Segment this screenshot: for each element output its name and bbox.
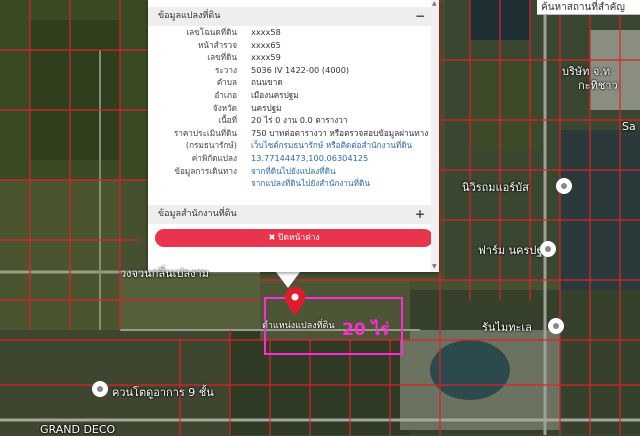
info-row-label: อำเภอ	[214, 89, 237, 100]
info-row: เลขที่ดิน xxxx59	[148, 51, 431, 64]
section-land-office-title: ข้อมูลสำนักงานที่ดิน	[158, 209, 237, 219]
place-marker-icon[interactable]	[548, 318, 564, 334]
info-row-link[interactable]: จากแปลงที่ดินไปยังสำนักงานที่ดิน	[251, 177, 370, 190]
info-row: ราคาประเมินที่ดิน 750 บาทต่อตารางวา หรือต…	[148, 127, 431, 140]
info-row-value: 750 บาทต่อตารางวา หรือตรวจสอบข้อมูลผ่านท…	[251, 127, 429, 138]
info-row: ข้อมูลการเดินทาง จากที่ดินไปยังแปลงที่ดิน	[148, 165, 431, 178]
place-label[interactable]: ฟาร์ม นครปฐม	[478, 241, 550, 259]
expand-icon[interactable]: +	[415, 205, 425, 224]
place-marker-icon[interactable]	[92, 381, 108, 397]
info-row: จังหวัด นครปฐม	[148, 102, 431, 115]
place-marker-icon[interactable]	[540, 241, 556, 257]
info-row-value: เมืองนครปฐม	[251, 89, 299, 100]
info-row-value: ถนนขาด	[251, 77, 283, 88]
place-label[interactable]: นิวิรถมแอร์บัส	[462, 178, 529, 196]
collapse-icon[interactable]: −	[415, 7, 425, 26]
info-row: เนื้อที่ 20 ไร่ 0 งาน 0.0 ตารางวา	[148, 114, 431, 127]
info-row-label: (กรมธนารักษ์)	[185, 140, 237, 151]
info-row: อำเภอ เมืองนครปฐม	[148, 89, 431, 102]
info-row-value: xxxx58	[251, 27, 281, 37]
info-row: (กรมธนารักษ์) เว็บไซต์กรมธนารักษ์ หรือติด…	[148, 139, 431, 152]
info-row-label: ค่าพิกัดแปลง	[191, 152, 237, 163]
info-row-label: เนื้อที่	[218, 115, 237, 126]
section-parcel-info-title: ข้อมูลแปลงที่ดิน	[158, 11, 221, 21]
location-pin-icon[interactable]	[285, 287, 305, 315]
info-row: ตำบล ถนนขาด	[148, 76, 431, 89]
place-label[interactable]: GRAND DECO	[40, 423, 115, 436]
info-row-label: ราคาประเมินที่ดิน	[173, 127, 237, 138]
close-window-button[interactable]: ✖ ปิดหน้าต่าง	[155, 229, 433, 247]
info-row: เลขโฉนดที่ดิน xxxx58	[148, 26, 431, 39]
section-parcel-info-header[interactable]: ข้อมูลแปลงที่ดิน −	[148, 7, 431, 26]
place-search-input[interactable]: ค้นหาสถานที่สำคัญ	[537, 0, 640, 15]
popup-scrollbar[interactable]: ▲ ▼	[431, 0, 439, 272]
scroll-up-icon[interactable]: ▲	[432, 1, 437, 7]
place-label[interactable]: วงจวนกลิ่นเปลงาม	[120, 264, 209, 282]
parcel-area-label: 20 ไร่	[342, 320, 390, 340]
scroll-down-icon[interactable]: ▼	[432, 264, 437, 270]
place-label[interactable]: กะทิชาว	[578, 76, 618, 94]
place-label[interactable]: Sa	[622, 120, 636, 133]
info-row: ระวาง 5036 IV 1422-00 (4000)	[148, 64, 431, 77]
info-row-label: ระวาง	[215, 64, 237, 75]
info-row-label: เลขที่ดิน	[207, 52, 237, 63]
info-row-label: เลขโฉนดที่ดิน	[186, 27, 237, 37]
info-row-label: ข้อมูลการเดินทาง	[174, 165, 237, 176]
info-row: จากแปลงที่ดินไปยังสำนักงานที่ดิน	[148, 177, 431, 190]
info-row-label: ตำบล	[216, 77, 237, 88]
place-label[interactable]: รันไมทะเล	[482, 318, 532, 336]
info-row-label: หน้าสำรวจ	[198, 39, 237, 50]
place-marker-icon[interactable]	[556, 178, 572, 194]
info-row-value: 5036 IV 1422-00 (4000)	[251, 64, 350, 75]
info-row-value: 20 ไร่ 0 งาน 0.0 ตารางวา	[251, 115, 348, 126]
info-row-value: xxxx65	[251, 39, 281, 50]
info-row-link[interactable]: 13.77144473,100.06304125	[251, 152, 368, 165]
place-label[interactable]: ควนโตดูอาการ 9 ชั้น	[112, 383, 214, 401]
info-row-value: นครปฐม	[251, 102, 282, 113]
info-row: หน้าสำรวจ xxxx65	[148, 39, 431, 52]
info-row-value: xxxx59	[251, 52, 281, 63]
info-row-link[interactable]: จากที่ดินไปยังแปลงที่ดิน	[251, 165, 336, 178]
parcel-location-label: ตำแหน่งแปลงที่ดิน	[262, 321, 335, 331]
info-row: ค่าพิกัดแปลง 13.77144473,100.06304125	[148, 152, 431, 165]
info-row-label: จังหวัด	[212, 102, 237, 113]
parcel-info-table: เลขโฉนดที่ดิน xxxx58 หน้าสำรวจ xxxx65 เลขที่…	[148, 26, 431, 190]
section-land-office-header[interactable]: ข้อมูลสำนักงานที่ดิน +	[148, 205, 431, 224]
parcel-info-popup: ข้อมูลแปลงที่ดิน − เลขโฉนดที่ดิน xxxx58 หน…	[148, 0, 439, 272]
info-row-link[interactable]: เว็บไซต์กรมธนารักษ์ หรือติดต่อสำนักงานที…	[251, 139, 412, 152]
